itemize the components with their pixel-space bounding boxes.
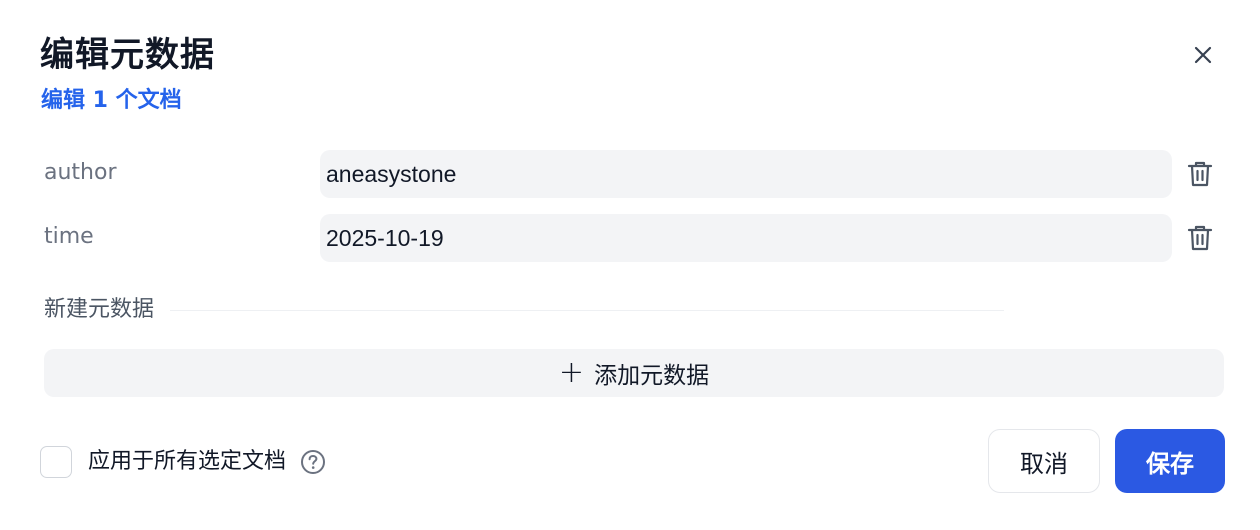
apply-all-label[interactable]: 应用于所有选定文档: [88, 446, 286, 478]
metadata-value-input[interactable]: [320, 150, 1172, 198]
new-metadata-section: 新建元数据: [44, 294, 1004, 326]
add-metadata-label: 添加元数据: [594, 363, 710, 389]
cancel-button[interactable]: 取消: [988, 429, 1100, 493]
question-circle-icon[interactable]: [300, 449, 326, 475]
apply-all-checkbox[interactable]: [40, 446, 72, 478]
dialog-subtitle: 编辑 1 个文档: [41, 88, 182, 113]
plus-icon: +: [558, 355, 585, 390]
delete-metadata-button[interactable]: [1184, 220, 1216, 256]
trash-icon: [1187, 225, 1213, 251]
save-button[interactable]: 保存: [1115, 429, 1225, 493]
delete-metadata-button[interactable]: [1184, 156, 1216, 192]
trash-icon: [1187, 161, 1213, 187]
dialog-title: 编辑元数据: [40, 35, 215, 75]
metadata-row: author: [0, 150, 1260, 198]
close-icon: [1194, 46, 1212, 64]
add-metadata-button[interactable]: + 添加元数据: [44, 349, 1224, 397]
metadata-value-input[interactable]: [320, 214, 1172, 262]
section-label: 新建元数据: [44, 297, 155, 322]
metadata-key: author: [44, 160, 117, 185]
metadata-key: time: [44, 224, 94, 249]
edit-metadata-dialog: 编辑元数据 编辑 1 个文档 author time: [0, 0, 1260, 530]
metadata-row: time: [0, 214, 1260, 262]
apply-all-row: 应用于所有选定文档: [40, 445, 326, 479]
close-button[interactable]: [1186, 38, 1220, 72]
section-divider: [170, 309, 1004, 311]
